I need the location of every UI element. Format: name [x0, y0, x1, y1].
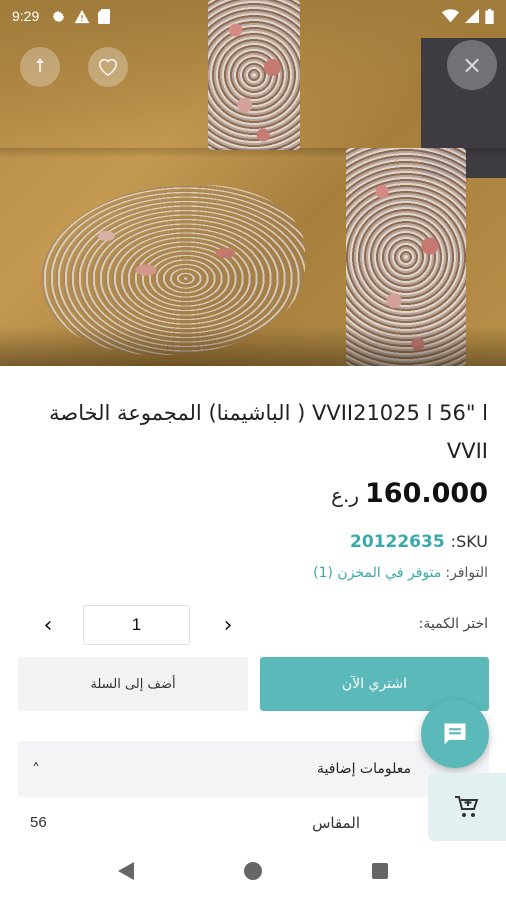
- system-nav-bar: [0, 842, 506, 900]
- sim-card-icon: [98, 8, 111, 24]
- product-image[interactable]: [0, 0, 506, 366]
- additional-info-title: معلومات إضافية: [317, 761, 411, 777]
- heart-icon: [98, 58, 118, 77]
- warning-icon: [74, 9, 90, 23]
- spec-label: المقاس: [312, 814, 360, 832]
- availability-value: متوفر في المخزن (1): [313, 565, 442, 581]
- close-icon: ×: [461, 51, 483, 79]
- chat-button[interactable]: [421, 700, 489, 768]
- nav-home-icon[interactable]: [244, 862, 262, 880]
- status-left-icons: [51, 8, 111, 24]
- quantity-label: اختر الكمية:: [418, 616, 488, 632]
- status-time: 9:29: [12, 8, 40, 24]
- spec-value: 56: [30, 814, 47, 831]
- availability-label: التوافر:: [445, 565, 488, 581]
- product-title: ا "56 ا VVII21025 ( الباشيمنا) المجموعة …: [49, 401, 488, 463]
- additional-info-accordion[interactable]: ˄ معلومات إضافية: [18, 741, 489, 797]
- product-sku: SKU: 20122635: [350, 532, 488, 552]
- battery-icon: [485, 8, 494, 24]
- cart-shortcut[interactable]: [428, 773, 506, 841]
- quantity-increase-button[interactable]: ›: [210, 607, 246, 643]
- product-availability: التوافر: متوفر في المخزن (1): [313, 565, 488, 581]
- image-shade-bottom: [0, 326, 506, 366]
- gear-icon: [53, 10, 65, 22]
- price-currency: ر.ع: [331, 483, 360, 507]
- status-bar: 9:29: [0, 0, 506, 32]
- add-to-cart-button[interactable]: أضف إلى السلة: [18, 657, 248, 711]
- share-button[interactable]: [20, 47, 60, 87]
- quantity-input[interactable]: 1: [83, 605, 190, 645]
- status-right-icons: [442, 8, 494, 24]
- sku-label: SKU:: [450, 532, 488, 551]
- sku-value: 20122635: [350, 532, 445, 552]
- signal-icon: [465, 9, 479, 23]
- nav-back-icon[interactable]: [118, 862, 134, 880]
- share-icon: [36, 58, 44, 72]
- wifi-icon: [442, 9, 459, 23]
- quantity-decrease-button[interactable]: ‹: [30, 607, 66, 643]
- chevron-up-icon: ˄: [32, 759, 40, 779]
- favorite-button[interactable]: [88, 47, 128, 87]
- chat-icon: [444, 723, 466, 745]
- nav-recent-apps-icon[interactable]: [372, 863, 388, 879]
- close-button[interactable]: ×: [447, 40, 497, 90]
- product-price: 160.000 ر.ع: [331, 478, 488, 509]
- price-amount: 160.000: [365, 478, 488, 509]
- spec-row-size: 56 المقاس: [30, 814, 360, 832]
- add-to-cart-icon: [455, 796, 479, 817]
